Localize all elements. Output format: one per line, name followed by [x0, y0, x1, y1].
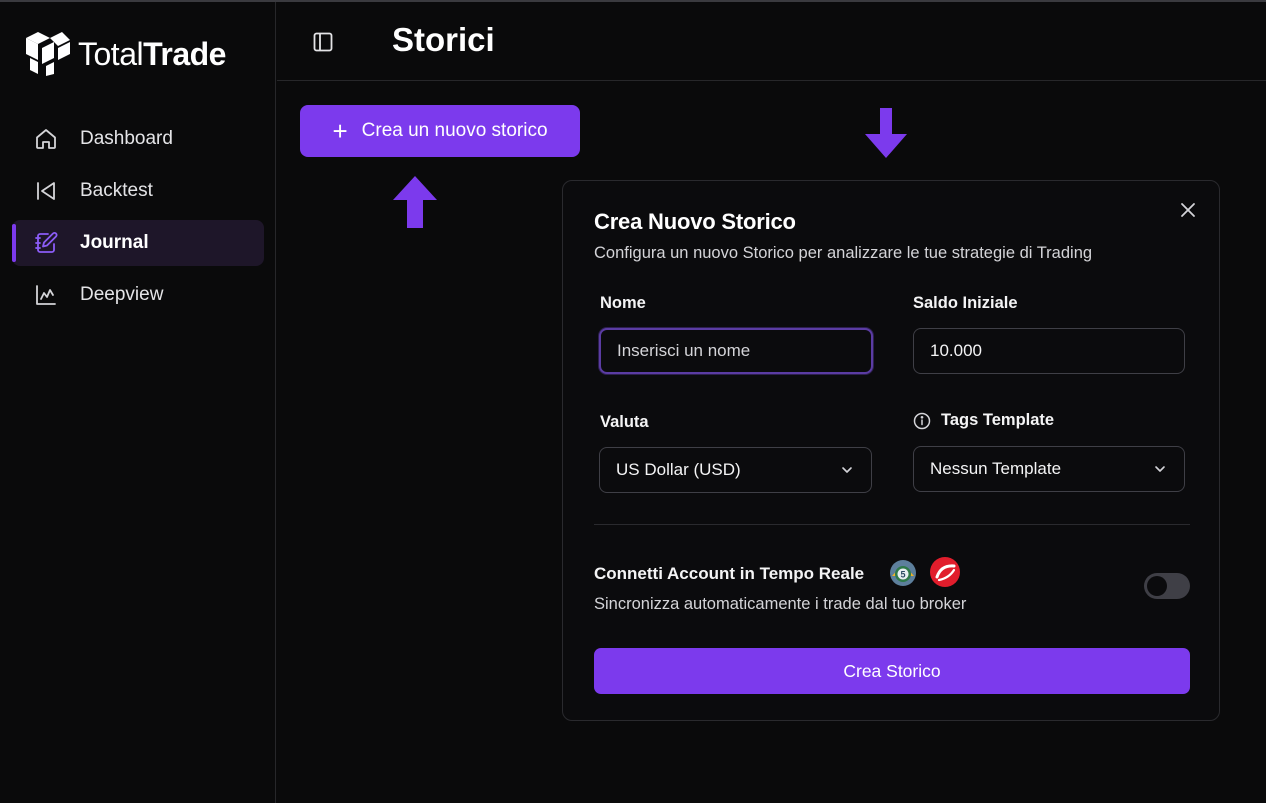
sidebar-item-label: Backtest — [80, 180, 153, 201]
sidebar-item-dashboard[interactable]: Dashboard — [12, 116, 264, 162]
metatrader-icon: 5 — [890, 560, 916, 586]
currency-label: Valuta — [600, 413, 649, 431]
svg-text:5: 5 — [900, 570, 905, 580]
brand-logo[interactable]: TotalTrade — [24, 30, 226, 78]
info-icon[interactable] — [913, 412, 931, 430]
panel-left-icon[interactable] — [311, 30, 335, 54]
section-divider — [594, 524, 1190, 525]
skip-back-icon — [37, 182, 55, 200]
sidebar-nav: Dashboard Backtest Journal Deepview — [12, 116, 264, 324]
tags-template-selected-value: Nessun Template — [930, 459, 1062, 478]
sidebar: TotalTrade Dashboard Backtest Journal De… — [0, 2, 276, 803]
sidebar-item-deepview[interactable]: Deepview — [12, 272, 264, 318]
tags-template-label: Tags Template — [941, 411, 1055, 429]
totaltrade-logo-icon — [26, 32, 70, 76]
currency-select[interactable]: US Dollar (USD) — [599, 447, 872, 493]
arrow-up-annotation-icon — [393, 176, 437, 228]
chevron-down-icon — [842, 467, 852, 473]
currency-selected-value: US Dollar (USD) — [616, 460, 741, 479]
plus-icon: + — [332, 116, 348, 146]
chevron-down-icon — [1155, 466, 1165, 472]
brand-name-light: Total — [78, 35, 144, 72]
dialog-description: Configura un nuovo Storico per analizzar… — [594, 244, 1093, 262]
brand-name-bold: Trade — [143, 35, 226, 72]
arrow-down-annotation-icon — [865, 108, 907, 158]
brand-name: TotalTrade — [78, 36, 226, 73]
toggle-knob — [1147, 576, 1167, 596]
ctrader-icon — [930, 557, 960, 587]
sidebar-item-label: Dashboard — [80, 128, 173, 149]
sidebar-item-journal[interactable]: Journal — [12, 220, 264, 266]
realtime-connect-toggle[interactable] — [1144, 573, 1190, 599]
create-storico-button[interactable]: Crea Storico — [594, 648, 1190, 694]
page-title: Storici — [392, 21, 495, 58]
connect-account-title: Connetti Account in Tempo Reale — [594, 564, 865, 583]
tags-template-select[interactable]: Nessun Template — [913, 446, 1185, 492]
page-header: Storici — [277, 2, 1266, 81]
name-input[interactable] — [599, 328, 873, 374]
sidebar-item-label: Journal — [80, 232, 149, 253]
create-storico-dialog: Crea Nuovo Storico Configura un nuovo St… — [562, 180, 1220, 721]
close-icon[interactable] — [1179, 201, 1197, 219]
home-icon — [36, 129, 56, 149]
chart-icon — [36, 285, 56, 305]
notebook-pen-icon — [35, 232, 58, 253]
sidebar-item-backtest[interactable]: Backtest — [12, 168, 264, 214]
dialog-title: Crea Nuovo Storico — [594, 209, 796, 234]
name-label: Nome — [600, 294, 646, 312]
connect-account-description: Sincronizza automaticamente i trade dal … — [594, 595, 967, 613]
sidebar-item-label: Deepview — [80, 284, 164, 305]
create-new-storico-button[interactable]: + Crea un nuovo storico — [300, 105, 580, 157]
create-new-storico-label: Crea un nuovo storico — [361, 120, 548, 141]
initial-balance-label: Saldo Iniziale — [913, 294, 1018, 312]
initial-balance-input[interactable]: 10.000 — [913, 328, 1185, 374]
